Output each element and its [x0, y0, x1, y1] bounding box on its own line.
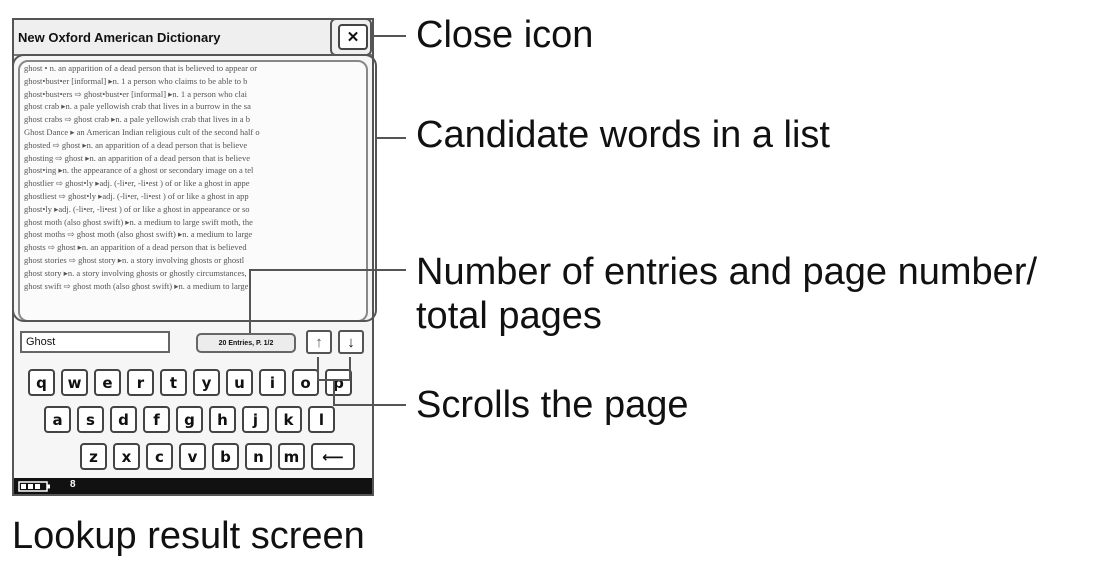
candidate-words-label: Candidate words in a list	[416, 114, 830, 156]
scroll-bracket	[317, 357, 351, 381]
close-icon-label: Close icon	[416, 14, 594, 56]
entries-page-label-line1: Number of entries and page number/	[416, 251, 1038, 293]
figure-caption: Lookup result screen	[12, 515, 365, 557]
entries-leader	[249, 269, 406, 333]
scroll-leader	[333, 380, 406, 406]
scrolls-label: Scrolls the page	[416, 384, 689, 426]
entries-page-label-line2: total pages	[416, 295, 602, 337]
